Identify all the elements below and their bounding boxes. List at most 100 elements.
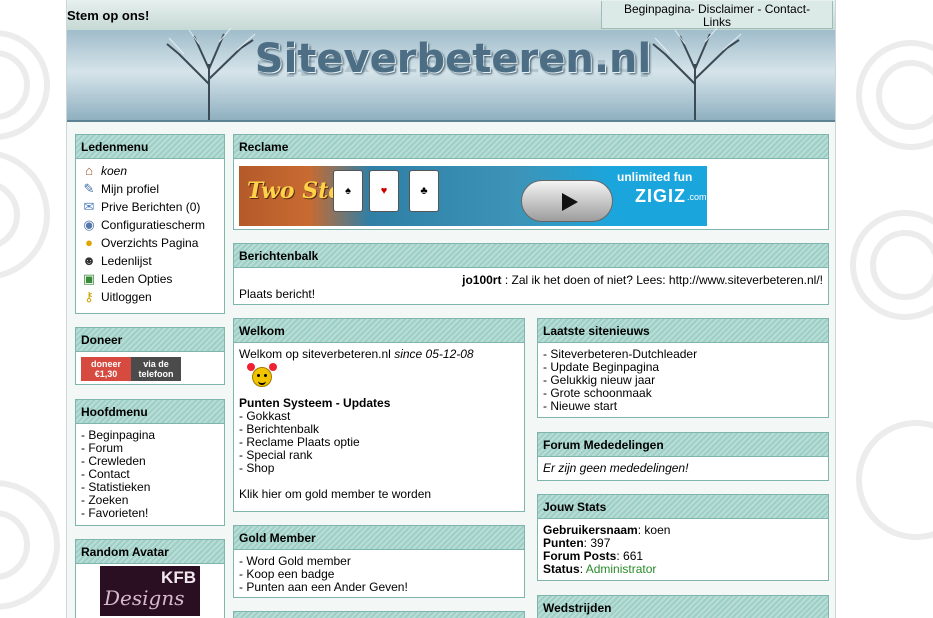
nav-contact-link[interactable]: Contact (765, 2, 806, 16)
gold-member-item[interactable]: - Punten aan een Ander Geven! (239, 581, 519, 594)
ledenmenu-title: Ledenmenu (76, 135, 224, 159)
eye-icon: ◉ (83, 217, 95, 232)
ledenmenu-item-logout[interactable]: ⚷ Uitloggen (81, 288, 219, 306)
main-nav-home-link[interactable]: Beginpagina (88, 428, 155, 442)
winter-tree-left-image (149, 24, 269, 120)
avatar-kfb-text: KFB (161, 568, 196, 587)
berichtenbalk-title: Berichtenbalk (234, 244, 828, 268)
site-title-reflection: Siteverbeteren.nl (254, 58, 652, 80)
hoofdmenu-item[interactable]: - Favorieten! (81, 507, 219, 520)
gold-member-title: Gold Member (234, 526, 524, 550)
smiley-icon (247, 363, 277, 389)
username-link[interactable]: koen (101, 164, 127, 178)
news-item[interactable]: - Nieuwe start (543, 400, 823, 413)
card-icon: ♥ (369, 170, 399, 212)
options-link[interactable]: Leden Opties (101, 272, 172, 286)
main-nav-favorites-link[interactable]: Favorieten! (88, 506, 148, 520)
nav-home-link[interactable]: Beginpagina (624, 2, 691, 16)
logout-link[interactable]: Uitloggen (101, 290, 152, 304)
center-next-box (233, 611, 525, 618)
reclame-box: Reclame Two Step ♠ ♥ ♣ unlimited fun ZIG… (233, 134, 829, 230)
donate-amount-label: doneer €1,30 (81, 357, 131, 381)
word-gold-member-link[interactable]: Word Gold member (246, 554, 350, 568)
forum-mededelingen-box: Forum Mededelingen Er zijn geen mededeli… (537, 432, 829, 481)
options-icon: ▣ (82, 271, 96, 286)
jouw-stats-title: Jouw Stats (538, 495, 828, 519)
nav-disclaimer-link[interactable]: Disclaimer (698, 2, 754, 16)
advertisement-banner[interactable]: Two Step ♠ ♥ ♣ unlimited fun ZIGIZ .com (239, 166, 707, 226)
user-icon: ☻ (82, 253, 96, 268)
ledenmenu-item-messages[interactable]: ✉ Prive Berichten (0) (81, 198, 219, 216)
main-nav-search-link[interactable]: Zoeken (88, 493, 128, 507)
doneer-box: Doneer doneer €1,30 via de telefoon (75, 327, 225, 385)
play-video-icon[interactable] (521, 180, 613, 222)
forum-mededelingen-title: Forum Mededelingen (538, 433, 828, 457)
avatar-designs-text: Designs (104, 586, 185, 610)
news-link[interactable]: Nieuwe start (550, 399, 617, 413)
key-icon: ⚷ (84, 289, 94, 304)
mail-icon: ✉ (83, 199, 95, 214)
ledenmenu-item-overview[interactable]: ● Overzichts Pagina (81, 234, 219, 252)
card-icon: ♣ (409, 170, 439, 212)
doneer-title: Doneer (76, 328, 224, 352)
ticker-message: : Zal ik het doen of niet? Lees: http://… (501, 273, 823, 287)
news-link[interactable]: Grote schoonmaak (550, 386, 651, 400)
vote-link[interactable]: Stem op ons! (67, 8, 149, 23)
ad-brand: ZIGIZ (635, 186, 686, 206)
give-points-link[interactable]: Punten aan een Ander Geven! (246, 580, 407, 594)
welcome-text: Welkom op siteverbeteren.nl (239, 347, 391, 361)
status-value: Administrator (585, 562, 657, 576)
card-icon: ♠ (333, 170, 363, 212)
post-message-link[interactable]: Plaats bericht! (239, 287, 315, 301)
random-avatar-title: Random Avatar (76, 540, 224, 564)
ledenmenu-item-memberlist[interactable]: ☻ Ledenlijst (81, 252, 219, 270)
ledenmenu-box: Ledenmenu ⌂ koen ✎ Mijn profiel ✉ Prive Ber… (75, 134, 225, 314)
berichtenbalk-box: Berichtenbalk jo100rt : Zal ik het doen … (233, 243, 829, 305)
random-avatar-box: Random Avatar KFB Designs (75, 539, 225, 618)
memberlist-link[interactable]: Ledenlijst (101, 254, 152, 268)
random-avatar-image[interactable]: KFB Designs (100, 566, 200, 616)
ledenmenu-item-options[interactable]: ▣ Leden Opties (81, 270, 219, 288)
ad-domain: .com (687, 192, 707, 202)
wedstrijden-box: Wedstrijden (537, 595, 829, 618)
news-link[interactable]: Gelukkig nieuw jaar (550, 373, 655, 387)
wedstrijden-title: Wedstrijden (538, 596, 828, 618)
winter-tree-right-image (635, 24, 755, 120)
update-item: - Shop (239, 461, 275, 475)
stat-status-row: Status: Administrator (543, 562, 657, 576)
welcome-since-date: since 05-12-08 (394, 347, 474, 361)
laatste-nieuws-box: Laatste sitenieuws - Siteverbeteren-Dutc… (537, 318, 829, 418)
center-next-box-header (234, 612, 524, 618)
overview-link[interactable]: Overzichts Pagina (101, 236, 198, 250)
jouw-stats-box: Jouw Stats Gebruikersnaam: koen Punten: … (537, 494, 829, 581)
news-link[interactable]: Siteverbeteren-Dutchleader (550, 347, 697, 361)
messages-link[interactable]: Prive Berichten (0) (101, 200, 200, 214)
laatste-nieuws-title: Laatste sitenieuws (538, 319, 828, 343)
hoofdmenu-title: Hoofdmenu (76, 400, 224, 424)
gold-member-box: Gold Member - Word Gold member - Koop ee… (233, 525, 525, 598)
welkom-title: Welkom (234, 319, 524, 343)
news-link[interactable]: Update Beginpagina (550, 360, 659, 374)
ledenmenu-item-config[interactable]: ◉ Configuratiescherm (81, 216, 219, 234)
site-header: Stem op ons! Beginpagina- Disclaimer - C… (67, 0, 835, 122)
config-link[interactable]: Configuratiescherm (101, 218, 205, 232)
ledenmenu-item-profile[interactable]: ✎ Mijn profiel (81, 180, 219, 198)
buy-badge-link[interactable]: Koop een badge (246, 567, 334, 581)
ad-slogan: unlimited fun (617, 170, 693, 184)
home-icon: ⌂ (85, 163, 93, 178)
main-nav-contact-link[interactable]: Contact (88, 467, 129, 481)
main-nav-crew-link[interactable]: Crewleden (88, 454, 145, 468)
ticker-username[interactable]: jo100rt (462, 273, 501, 287)
profile-link[interactable]: Mijn profiel (101, 182, 159, 196)
update-item: - Special rank (239, 448, 313, 462)
no-announcements-text: Er zijn geen mededelingen! (543, 461, 689, 475)
donate-phone-label: via de telefoon (131, 357, 181, 381)
main-nav-forum-link[interactable]: Forum (88, 441, 123, 455)
reclame-title: Reclame (234, 135, 828, 159)
donate-button[interactable]: doneer €1,30 via de telefoon (81, 357, 181, 381)
hoofdmenu-box: Hoofdmenu - Beginpagina - Forum - Crewle… (75, 399, 225, 526)
message-ticker: jo100rt : Zal ik het doen of niet? Lees:… (239, 273, 823, 287)
main-nav-stats-link[interactable]: Statistieken (88, 480, 150, 494)
gold-member-cta-link[interactable]: Klik hier om gold member te worden (239, 487, 431, 501)
ledenmenu-item-username[interactable]: ⌂ koen (81, 162, 219, 180)
